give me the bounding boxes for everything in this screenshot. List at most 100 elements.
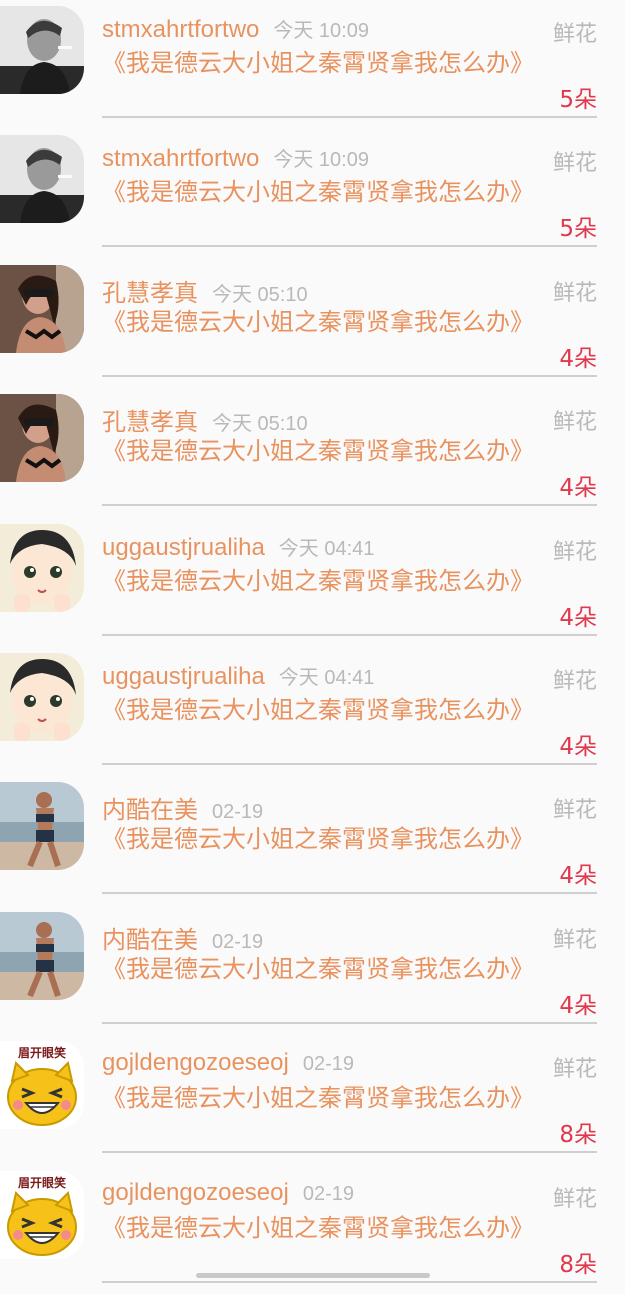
- user-name-text: 内酷在美: [102, 926, 198, 954]
- woman-portrait-image: [0, 264, 84, 353]
- user-name[interactable]: uggaustjrualiha 今天 04:41: [102, 661, 374, 691]
- man-portrait-image: [0, 135, 84, 224]
- divider: [102, 116, 597, 118]
- timestamp: 02-19: [302, 1053, 354, 1076]
- divider: [102, 1021, 597, 1024]
- gift-count: 4朵: [559, 992, 597, 1019]
- user-name[interactable]: 孔慧孝真 今天 05:10: [102, 402, 308, 437]
- avatar[interactable]: 眉开眼笑: [0, 1170, 84, 1259]
- user-name[interactable]: gojldengozoeseoj 02-19: [102, 1179, 354, 1207]
- work-title[interactable]: 《我是德云大小姐之秦霄贤拿我怎么办》: [102, 48, 534, 79]
- gift-type: 鲜花: [552, 1186, 597, 1212]
- man-portrait-image: [0, 6, 84, 94]
- gift-count: 4朵: [559, 604, 597, 631]
- avatar[interactable]: [0, 652, 84, 741]
- avatar[interactable]: [0, 911, 84, 1000]
- user-name[interactable]: 孔慧孝真 今天 05:10: [102, 273, 308, 308]
- gift-type: 鲜花: [552, 668, 597, 694]
- gift-count: 4朵: [559, 345, 597, 372]
- gift-type: 鲜花: [552, 539, 597, 565]
- work-title[interactable]: 《我是德云大小姐之秦霄贤拿我怎么办》: [102, 307, 534, 338]
- gift-count: 5朵: [559, 87, 597, 113]
- cat-sticker-image: 眉开眼笑: [0, 1170, 84, 1259]
- divider: [102, 504, 597, 507]
- avatar[interactable]: [0, 6, 84, 94]
- list-item[interactable]: 孔慧孝真 今天 05:10 鲜花 《我是德云大小姐之秦霄贤拿我怎么办》 4朵: [0, 388, 625, 517]
- user-name[interactable]: uggaustjrualiha 今天 04:41: [102, 532, 374, 562]
- gift-count: 8朵: [559, 1251, 597, 1278]
- runner-photo-image: [0, 911, 84, 1000]
- list-item[interactable]: 眉开眼笑 gojldengozoeseoj 02-19 鲜花 《我是德云大小姐之秦…: [0, 1035, 625, 1164]
- gift-type: 鲜花: [552, 151, 597, 177]
- user-name[interactable]: stmxahrtfortwo 今天 10:09: [102, 143, 369, 173]
- svg-text:眉开眼笑: 眉开眼笑: [18, 1045, 66, 1060]
- timestamp: 今天 05:10: [212, 283, 308, 306]
- list-item[interactable]: stmxahrtfortwo 今天 10:09 鲜花 《我是德云大小姐之秦霄贤拿我…: [0, 129, 625, 258]
- divider: [102, 245, 597, 248]
- work-title[interactable]: 《我是德云大小姐之秦霄贤拿我怎么办》: [102, 1083, 534, 1114]
- timestamp: 今天 05:10: [212, 413, 308, 436]
- cat-sticker-image: 眉开眼笑: [0, 1041, 84, 1130]
- work-title[interactable]: 《我是德云大小姐之秦霄贤拿我怎么办》: [102, 1213, 534, 1244]
- gift-count: 8朵: [559, 1122, 597, 1149]
- avatar[interactable]: 眉开眼笑: [0, 1041, 84, 1130]
- avatar[interactable]: [0, 264, 84, 353]
- list-item[interactable]: 内酷在美 02-19 鲜花 《我是德云大小姐之秦霄贤拿我怎么办》 4朵: [0, 906, 625, 1035]
- avatar[interactable]: [0, 394, 84, 483]
- anime-character-image: [0, 652, 84, 741]
- gift-count: 4朵: [559, 475, 597, 502]
- gift-type: 鲜花: [552, 1057, 597, 1083]
- gift-type: 鲜花: [552, 22, 597, 47]
- woman-portrait-image: [0, 394, 84, 483]
- user-name-text: gojldengozoeseoj: [102, 1178, 289, 1206]
- user-name[interactable]: stmxahrtfortwo 今天 10:09: [102, 14, 369, 44]
- user-name[interactable]: 内酷在美 02-19: [102, 920, 263, 955]
- gift-count: 4朵: [559, 733, 597, 760]
- work-title[interactable]: 《我是德云大小姐之秦霄贤拿我怎么办》: [102, 824, 534, 855]
- home-indicator[interactable]: [196, 1273, 430, 1278]
- list-item[interactable]: 内酷在美 02-19 鲜花 《我是德云大小姐之秦霄贤拿我怎么办》 4朵: [0, 776, 625, 905]
- anime-character-image: [0, 523, 84, 612]
- user-name-text: 内酷在美: [102, 797, 198, 825]
- list-item[interactable]: 孔慧孝真 今天 05:10 鲜花 《我是德云大小姐之秦霄贤拿我怎么办》 4朵: [0, 259, 625, 388]
- user-name-text: 孔慧孝真: [102, 279, 198, 307]
- list-item[interactable]: uggaustjrualiha 今天 04:41 鲜花 《我是德云大小姐之秦霄贤拿…: [0, 518, 625, 647]
- user-name[interactable]: 内酷在美 02-19: [102, 790, 263, 825]
- divider: [102, 892, 597, 895]
- gift-type: 鲜花: [552, 410, 597, 436]
- work-title[interactable]: 《我是德云大小姐之秦霄贤拿我怎么办》: [102, 954, 534, 985]
- user-name-text: 孔慧孝真: [102, 409, 198, 437]
- work-title[interactable]: 《我是德云大小姐之秦霄贤拿我怎么办》: [102, 695, 534, 726]
- gift-type: 鲜花: [552, 280, 597, 306]
- work-title[interactable]: 《我是德云大小姐之秦霄贤拿我怎么办》: [102, 177, 534, 208]
- user-name-text: stmxahrtfortwo: [102, 145, 260, 173]
- timestamp: 今天 04:41: [278, 537, 375, 560]
- avatar[interactable]: [0, 782, 84, 871]
- work-title[interactable]: 《我是德云大小姐之秦霄贤拿我怎么办》: [102, 566, 534, 597]
- timestamp: 02-19: [302, 1182, 354, 1205]
- user-name[interactable]: gojldengozoeseoj 02-19: [102, 1049, 354, 1077]
- gift-count: 5朵: [559, 216, 597, 243]
- divider: [102, 1280, 597, 1283]
- svg-text:眉开眼笑: 眉开眼笑: [18, 1175, 66, 1190]
- user-name-text: stmxahrtfortwo: [102, 16, 260, 43]
- divider: [102, 762, 597, 765]
- list-item[interactable]: uggaustjrualiha 今天 04:41 鲜花 《我是德云大小姐之秦霄贤拿…: [0, 647, 625, 776]
- runner-photo-image: [0, 782, 84, 871]
- work-title[interactable]: 《我是德云大小姐之秦霄贤拿我怎么办》: [102, 436, 534, 467]
- timestamp: 今天 04:41: [278, 666, 375, 689]
- user-name-text: uggaustjrualiha: [102, 533, 265, 561]
- gift-type: 鲜花: [552, 927, 597, 953]
- timestamp: 02-19: [212, 801, 264, 824]
- gift-type: 鲜花: [552, 798, 597, 824]
- timestamp: 今天 10:09: [273, 20, 369, 42]
- avatar[interactable]: [0, 135, 84, 224]
- timestamp: 02-19: [212, 930, 264, 953]
- divider: [102, 374, 597, 377]
- list-item[interactable]: stmxahrtfortwo 今天 10:09 鲜花 《我是德云大小姐之秦霄贤拿我…: [0, 0, 625, 129]
- timestamp: 今天 10:09: [273, 149, 369, 172]
- user-name-text: uggaustjrualiha: [102, 662, 265, 690]
- divider: [102, 1151, 597, 1154]
- avatar[interactable]: [0, 523, 84, 612]
- user-name-text: gojldengozoeseoj: [102, 1049, 289, 1077]
